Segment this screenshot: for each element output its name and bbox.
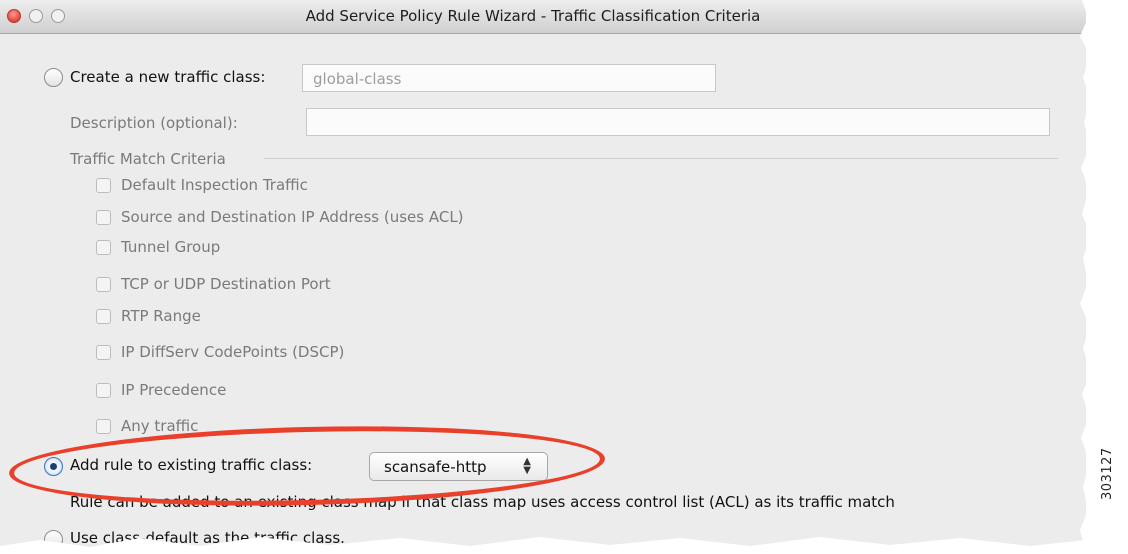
screenshot: Add Service Policy Rule Wizard - Traffic… — [0, 0, 1128, 554]
figure-number: 303127 — [1100, 447, 1115, 500]
torn-paper-edges — [0, 0, 1128, 554]
